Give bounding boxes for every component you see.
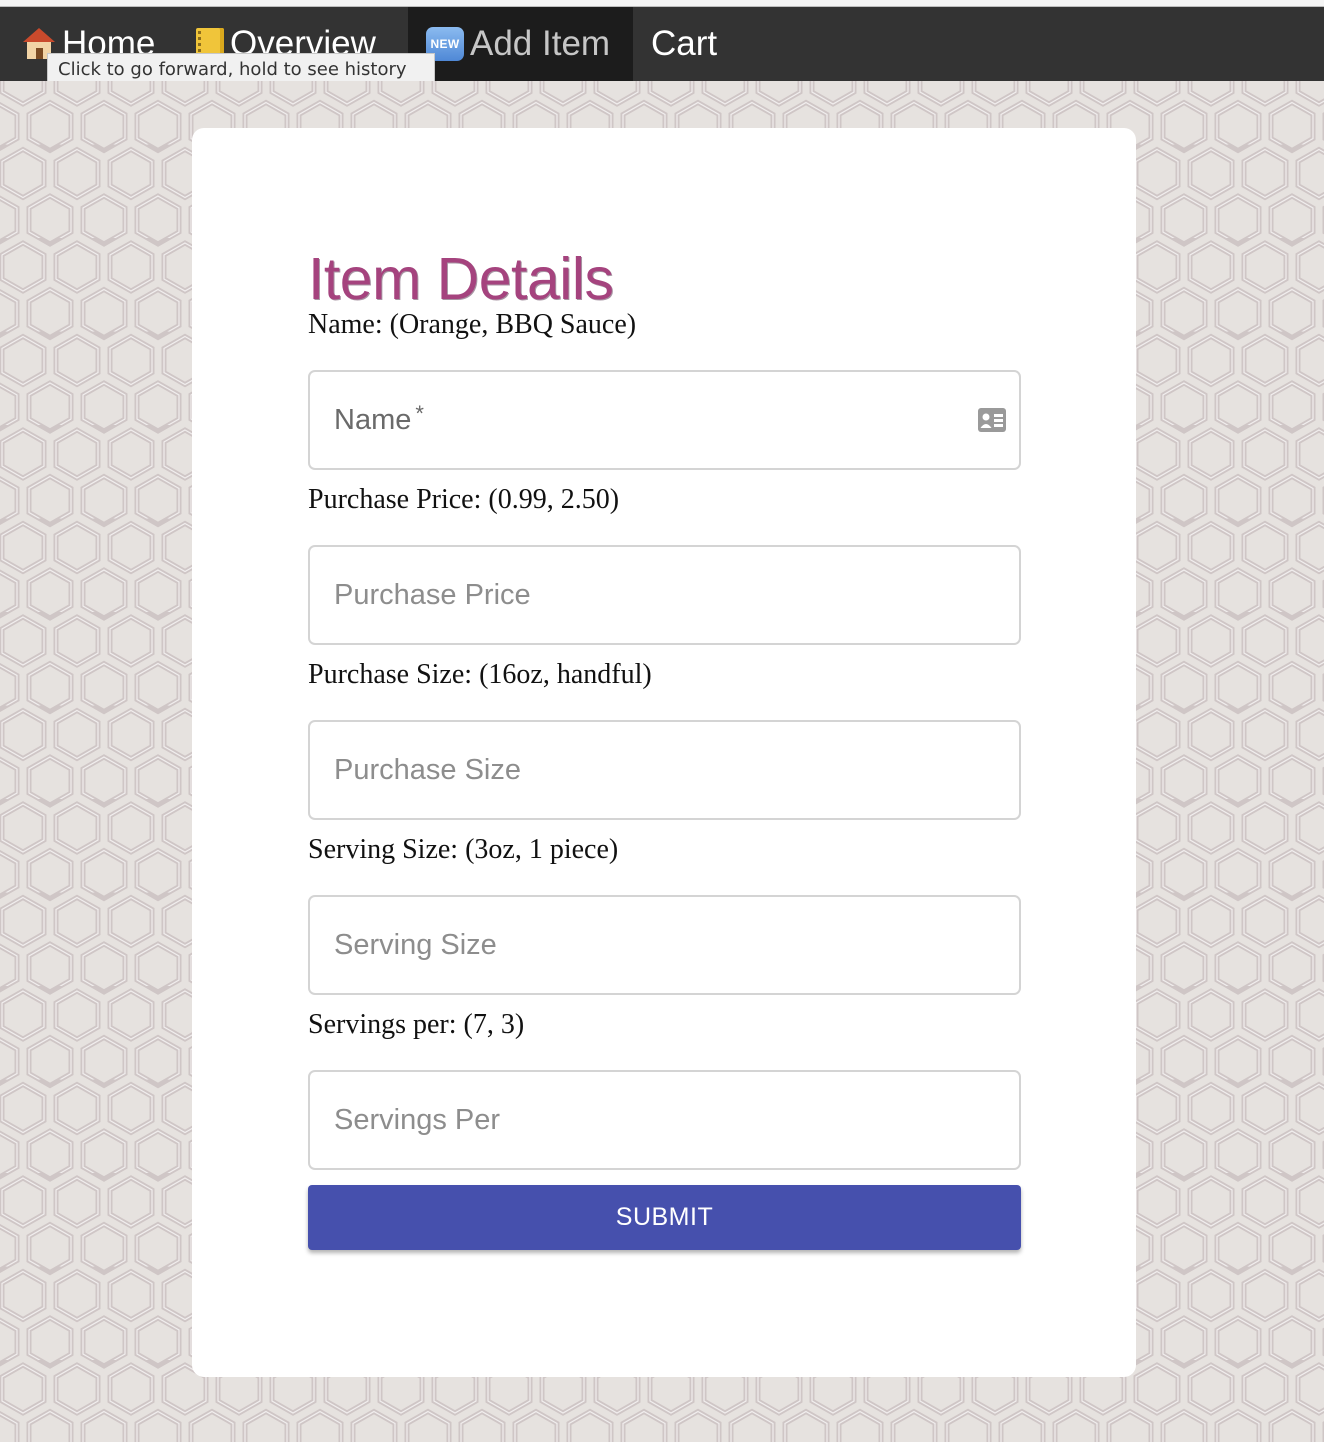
purchase-price-field	[308, 545, 1021, 645]
page-title: Item Details	[308, 246, 614, 312]
purchase-size-field	[308, 720, 1021, 820]
nav-add-item-link[interactable]: NEW Add Item	[408, 7, 633, 81]
name-hint: Name: (Orange, BBQ Sauce)	[308, 309, 637, 340]
nav-add-item-label: Add Item	[470, 24, 611, 63]
serving-size-input[interactable]	[310, 897, 1019, 993]
purchase-price-input[interactable]	[310, 547, 1019, 643]
servings-per-input[interactable]	[310, 1072, 1019, 1168]
name-field: Name *	[308, 370, 1021, 470]
purchase-size-input[interactable]	[310, 722, 1019, 818]
purchase-size-hint: Purchase Size: (16oz, handful)	[308, 659, 652, 690]
window-top-edge	[0, 0, 1324, 7]
name-input[interactable]	[310, 372, 1019, 468]
serving-size-hint: Serving Size: (3oz, 1 piece)	[308, 834, 619, 865]
item-details-card: Item Details Name: (Orange, BBQ Sauce) N…	[192, 128, 1136, 1377]
purchase-price-hint: Purchase Price: (0.99, 2.50)	[308, 484, 620, 515]
add-item-form: Item Details Name: (Orange, BBQ Sauce) N…	[308, 248, 1021, 1250]
nav-cart-link[interactable]: Cart	[633, 7, 735, 81]
nav-cart-label: Cart	[651, 24, 718, 63]
serving-size-field	[308, 895, 1021, 995]
submit-button[interactable]: SUBMIT	[308, 1185, 1021, 1250]
servings-per-hint: Servings per: (7, 3)	[308, 1009, 525, 1040]
contact-card-icon[interactable]	[977, 407, 1007, 433]
servings-per-field	[308, 1070, 1021, 1170]
